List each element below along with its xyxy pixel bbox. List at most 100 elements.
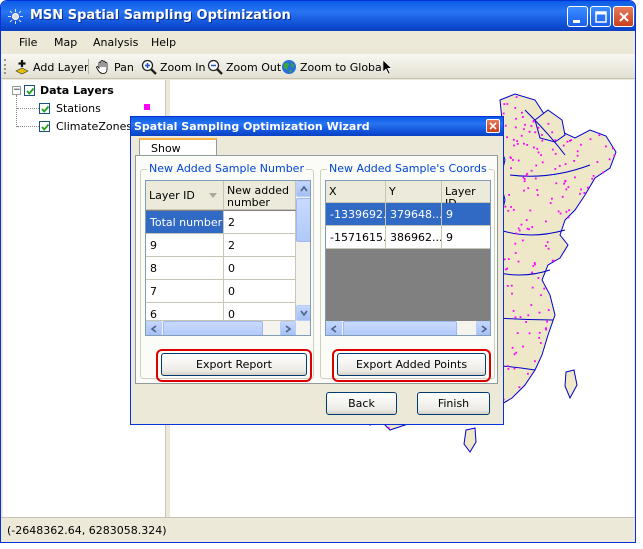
- maximize-button[interactable]: [590, 6, 611, 27]
- scroll-thumb[interactable]: [296, 198, 310, 242]
- back-button[interactable]: Back: [326, 392, 397, 415]
- station-dot: [520, 134, 523, 137]
- add-layer-button[interactable]: Add Layer: [14, 58, 88, 76]
- station-dot: [523, 180, 526, 183]
- table-row[interactable]: 7 0: [146, 280, 296, 303]
- station-dot: [530, 304, 533, 306]
- menu-help[interactable]: Help: [151, 36, 176, 49]
- station-dot: [524, 123, 526, 126]
- table-row[interactable]: 9 2: [146, 234, 296, 257]
- scroll-left-button[interactable]: [326, 321, 342, 335]
- station-dot: [558, 165, 561, 167]
- close-button[interactable]: [613, 6, 634, 27]
- station-dot: [527, 314, 530, 317]
- scroll-left-button[interactable]: [146, 321, 162, 335]
- app-icon: [8, 9, 23, 24]
- station-dot: [528, 332, 531, 335]
- menu-analysis[interactable]: Analysis: [93, 36, 138, 49]
- column-header[interactable]: X: [326, 181, 386, 202]
- column-header[interactable]: Y: [386, 181, 442, 202]
- station-dot: [503, 258, 506, 261]
- station-dot: [534, 131, 537, 134]
- grid-header: X Y Layer ID: [326, 181, 490, 210]
- scroll-thumb[interactable]: [163, 321, 263, 335]
- station-dot: [514, 242, 517, 245]
- station-dot: [513, 353, 516, 356]
- tree-item-label: ClimateZones: [56, 119, 133, 133]
- station-dot: [540, 294, 542, 297]
- zoom-out-button[interactable]: Zoom Out: [207, 58, 281, 76]
- station-dot: [526, 172, 529, 175]
- column-header[interactable]: Layer ID: [442, 181, 490, 210]
- tab-show-results[interactable]: Show Results: [139, 138, 217, 168]
- toolbar-grip[interactable]: [4, 59, 7, 74]
- station-dot: [519, 316, 522, 318]
- table-row[interactable]: -1339692... 379648... 9: [326, 203, 490, 226]
- station-dot: [580, 188, 582, 191]
- station-dot: [567, 216, 570, 219]
- tree-item-climatezones[interactable]: ClimateZones: [39, 118, 132, 134]
- table-cell: -1339692...: [326, 203, 386, 225]
- scroll-thumb[interactable]: [343, 321, 457, 335]
- globe-icon: [282, 60, 296, 74]
- tree-item-stations[interactable]: Stations: [39, 100, 150, 116]
- sample-coords-grid[interactable]: X Y Layer ID -1339692... 379648... 9 -15…: [325, 180, 491, 336]
- scroll-up-button[interactable]: [296, 181, 310, 197]
- station-dot: [583, 192, 586, 194]
- minimize-icon: [573, 20, 580, 23]
- vertical-scrollbar[interactable]: [296, 181, 310, 321]
- column-header[interactable]: Layer ID: [146, 181, 224, 209]
- table-row[interactable]: 6 0: [146, 303, 296, 321]
- station-dot: [512, 310, 515, 312]
- minimize-button[interactable]: [567, 6, 588, 27]
- collapse-icon[interactable]: −: [12, 85, 21, 95]
- chevron-right-icon: [285, 325, 292, 333]
- finish-button[interactable]: Finish: [417, 392, 490, 415]
- dialog-close-button[interactable]: [486, 119, 500, 133]
- station-dot: [515, 351, 518, 354]
- select-arrow-icon[interactable]: [382, 59, 394, 75]
- table-cell: 0: [224, 303, 296, 320]
- wizard-dialog: Spatial Sampling Optimization Wizard Sho…: [130, 116, 504, 425]
- zoom-in-icon: [141, 59, 157, 75]
- station-dot: [546, 241, 549, 244]
- station-dot: [516, 332, 519, 334]
- table-row[interactable]: 8 0: [146, 257, 296, 280]
- root-checkbox[interactable]: [24, 84, 35, 96]
- station-dot: [502, 112, 505, 115]
- table-row[interactable]: -1571615... 386962... 9: [326, 226, 490, 249]
- menu-map[interactable]: Map: [54, 36, 77, 49]
- zoom-out-icon: [207, 59, 223, 75]
- export-added-points-button[interactable]: Export Added Points: [337, 353, 486, 376]
- zoom-in-button[interactable]: Zoom In: [141, 58, 205, 76]
- export-report-button[interactable]: Export Report: [161, 353, 307, 376]
- tree-root[interactable]: − Data Layers: [12, 82, 114, 98]
- scroll-right-button[interactable]: [280, 321, 296, 335]
- station-dot: [531, 271, 533, 274]
- horizontal-scrollbar[interactable]: [146, 321, 310, 335]
- column-header[interactable]: New added number: [224, 181, 296, 209]
- stations-checkbox[interactable]: [39, 102, 50, 114]
- pan-button[interactable]: Pan: [95, 58, 134, 76]
- sample-number-grid[interactable]: Layer ID New added number Total number 2…: [145, 180, 311, 336]
- zoom-global-button[interactable]: Zoom to Global: [281, 58, 385, 76]
- table-cell: Total number: [146, 211, 224, 233]
- station-dot: [522, 116, 524, 118]
- climatezones-checkbox[interactable]: [39, 120, 50, 132]
- station-dot: [512, 159, 514, 161]
- table-row[interactable]: Total number 2: [146, 211, 296, 234]
- horizontal-scrollbar[interactable]: [326, 321, 490, 335]
- station-dot: [536, 189, 539, 191]
- title-bar: MSN Spatial Sampling Optimization: [1, 1, 635, 31]
- menu-file[interactable]: File: [19, 36, 37, 49]
- sample-number-group: New Added Sample Number Layer ID New add…: [140, 162, 314, 382]
- station-dot: [545, 220, 547, 223]
- scroll-down-button[interactable]: [296, 305, 310, 321]
- station-dot: [508, 194, 510, 196]
- station-dot: [551, 197, 553, 200]
- scroll-right-button[interactable]: [476, 321, 490, 335]
- station-dot: [565, 188, 568, 191]
- add-layer-icon: [15, 60, 29, 75]
- table-cell: 6: [146, 303, 224, 320]
- station-dot: [537, 277, 540, 279]
